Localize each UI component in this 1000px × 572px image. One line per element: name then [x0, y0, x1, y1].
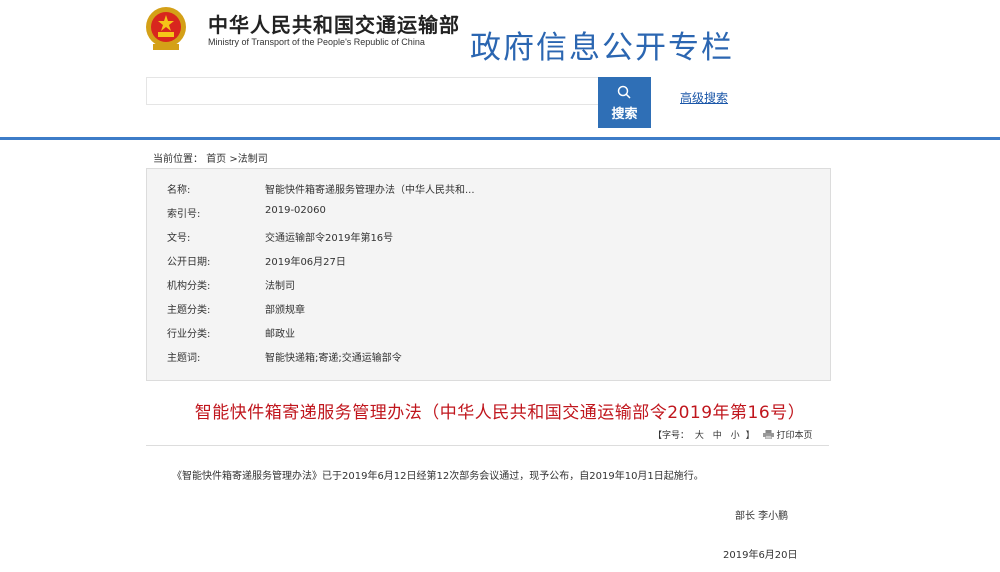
info-value: 2019-02060 [265, 205, 326, 216]
header-divider [0, 137, 1000, 140]
breadcrumb-current-link[interactable]: 法制司 [238, 154, 268, 165]
font-size-medium-button[interactable]: 中 [713, 431, 722, 441]
info-value: 智能快递箱;寄递;交通运输部令 [265, 353, 402, 364]
ministry-name-cn: 中华人民共和国交通运输部 [208, 13, 460, 37]
advanced-search-link[interactable]: 高级搜索 [680, 89, 728, 106]
breadcrumb-separator: > [229, 154, 238, 165]
info-key: 主题词: [167, 353, 201, 364]
font-size-suffix: 】 [745, 431, 755, 441]
search-button-label: 搜索 [611, 107, 638, 122]
article-tools: 【字号： 大 中 小 】 打印本页 [653, 428, 812, 441]
ministry-name-en: Ministry of Transport of the People's Re… [208, 37, 425, 47]
print-button[interactable]: 打印本页 [763, 430, 813, 441]
article-title: 智能快件箱寄递服务管理办法（中华人民共和国交通运输部令2019年第16号） [194, 403, 806, 423]
info-value: 交通运输部令2019年第16号 [265, 233, 394, 244]
info-value: 邮政业 [265, 329, 295, 340]
font-size-large-button[interactable]: 大 [695, 431, 704, 441]
column-title: 政府信息公开专栏 [470, 30, 734, 66]
article-date: 2019年6月20日 [723, 550, 798, 561]
info-key: 名称: [167, 185, 191, 196]
national-emblem-icon [146, 7, 186, 50]
search-button[interactable]: 搜索 [598, 77, 651, 128]
font-size-small-button[interactable]: 小 [731, 431, 740, 441]
info-value: 部颁规章 [265, 305, 305, 316]
article-signer: 部长 李小鹏 [735, 511, 789, 522]
tools-divider [146, 445, 829, 446]
breadcrumb: 当前位置： 首页 >法制司 [153, 150, 268, 165]
info-key: 索引号: [167, 209, 201, 220]
search-input[interactable] [146, 77, 600, 105]
breadcrumb-home-link[interactable]: 首页 [206, 154, 226, 165]
printer-icon [763, 430, 775, 439]
breadcrumb-prefix: 当前位置： [153, 154, 203, 165]
search-icon [617, 85, 631, 99]
font-size-prefix: 【字号： [653, 431, 690, 441]
print-label: 打印本页 [776, 431, 813, 441]
info-key: 机构分类: [167, 281, 211, 292]
info-key: 主题分类: [167, 305, 211, 316]
document-info-panel: 名称: 智能快件箱寄递服务管理办法（中华人民共和... 索引号: 2019-02… [146, 168, 831, 381]
info-value: 智能快件箱寄递服务管理办法（中华人民共和... [265, 185, 475, 196]
info-key: 公开日期: [167, 257, 211, 268]
info-value: 2019年06月27日 [265, 257, 346, 268]
info-key: 文号: [167, 233, 191, 244]
info-value: 法制司 [265, 281, 295, 292]
info-key: 行业分类: [167, 329, 211, 340]
article-body: 《智能快件箱寄递服务管理办法》已于2019年6月12日经第12次部务会议通过，现… [172, 471, 704, 482]
